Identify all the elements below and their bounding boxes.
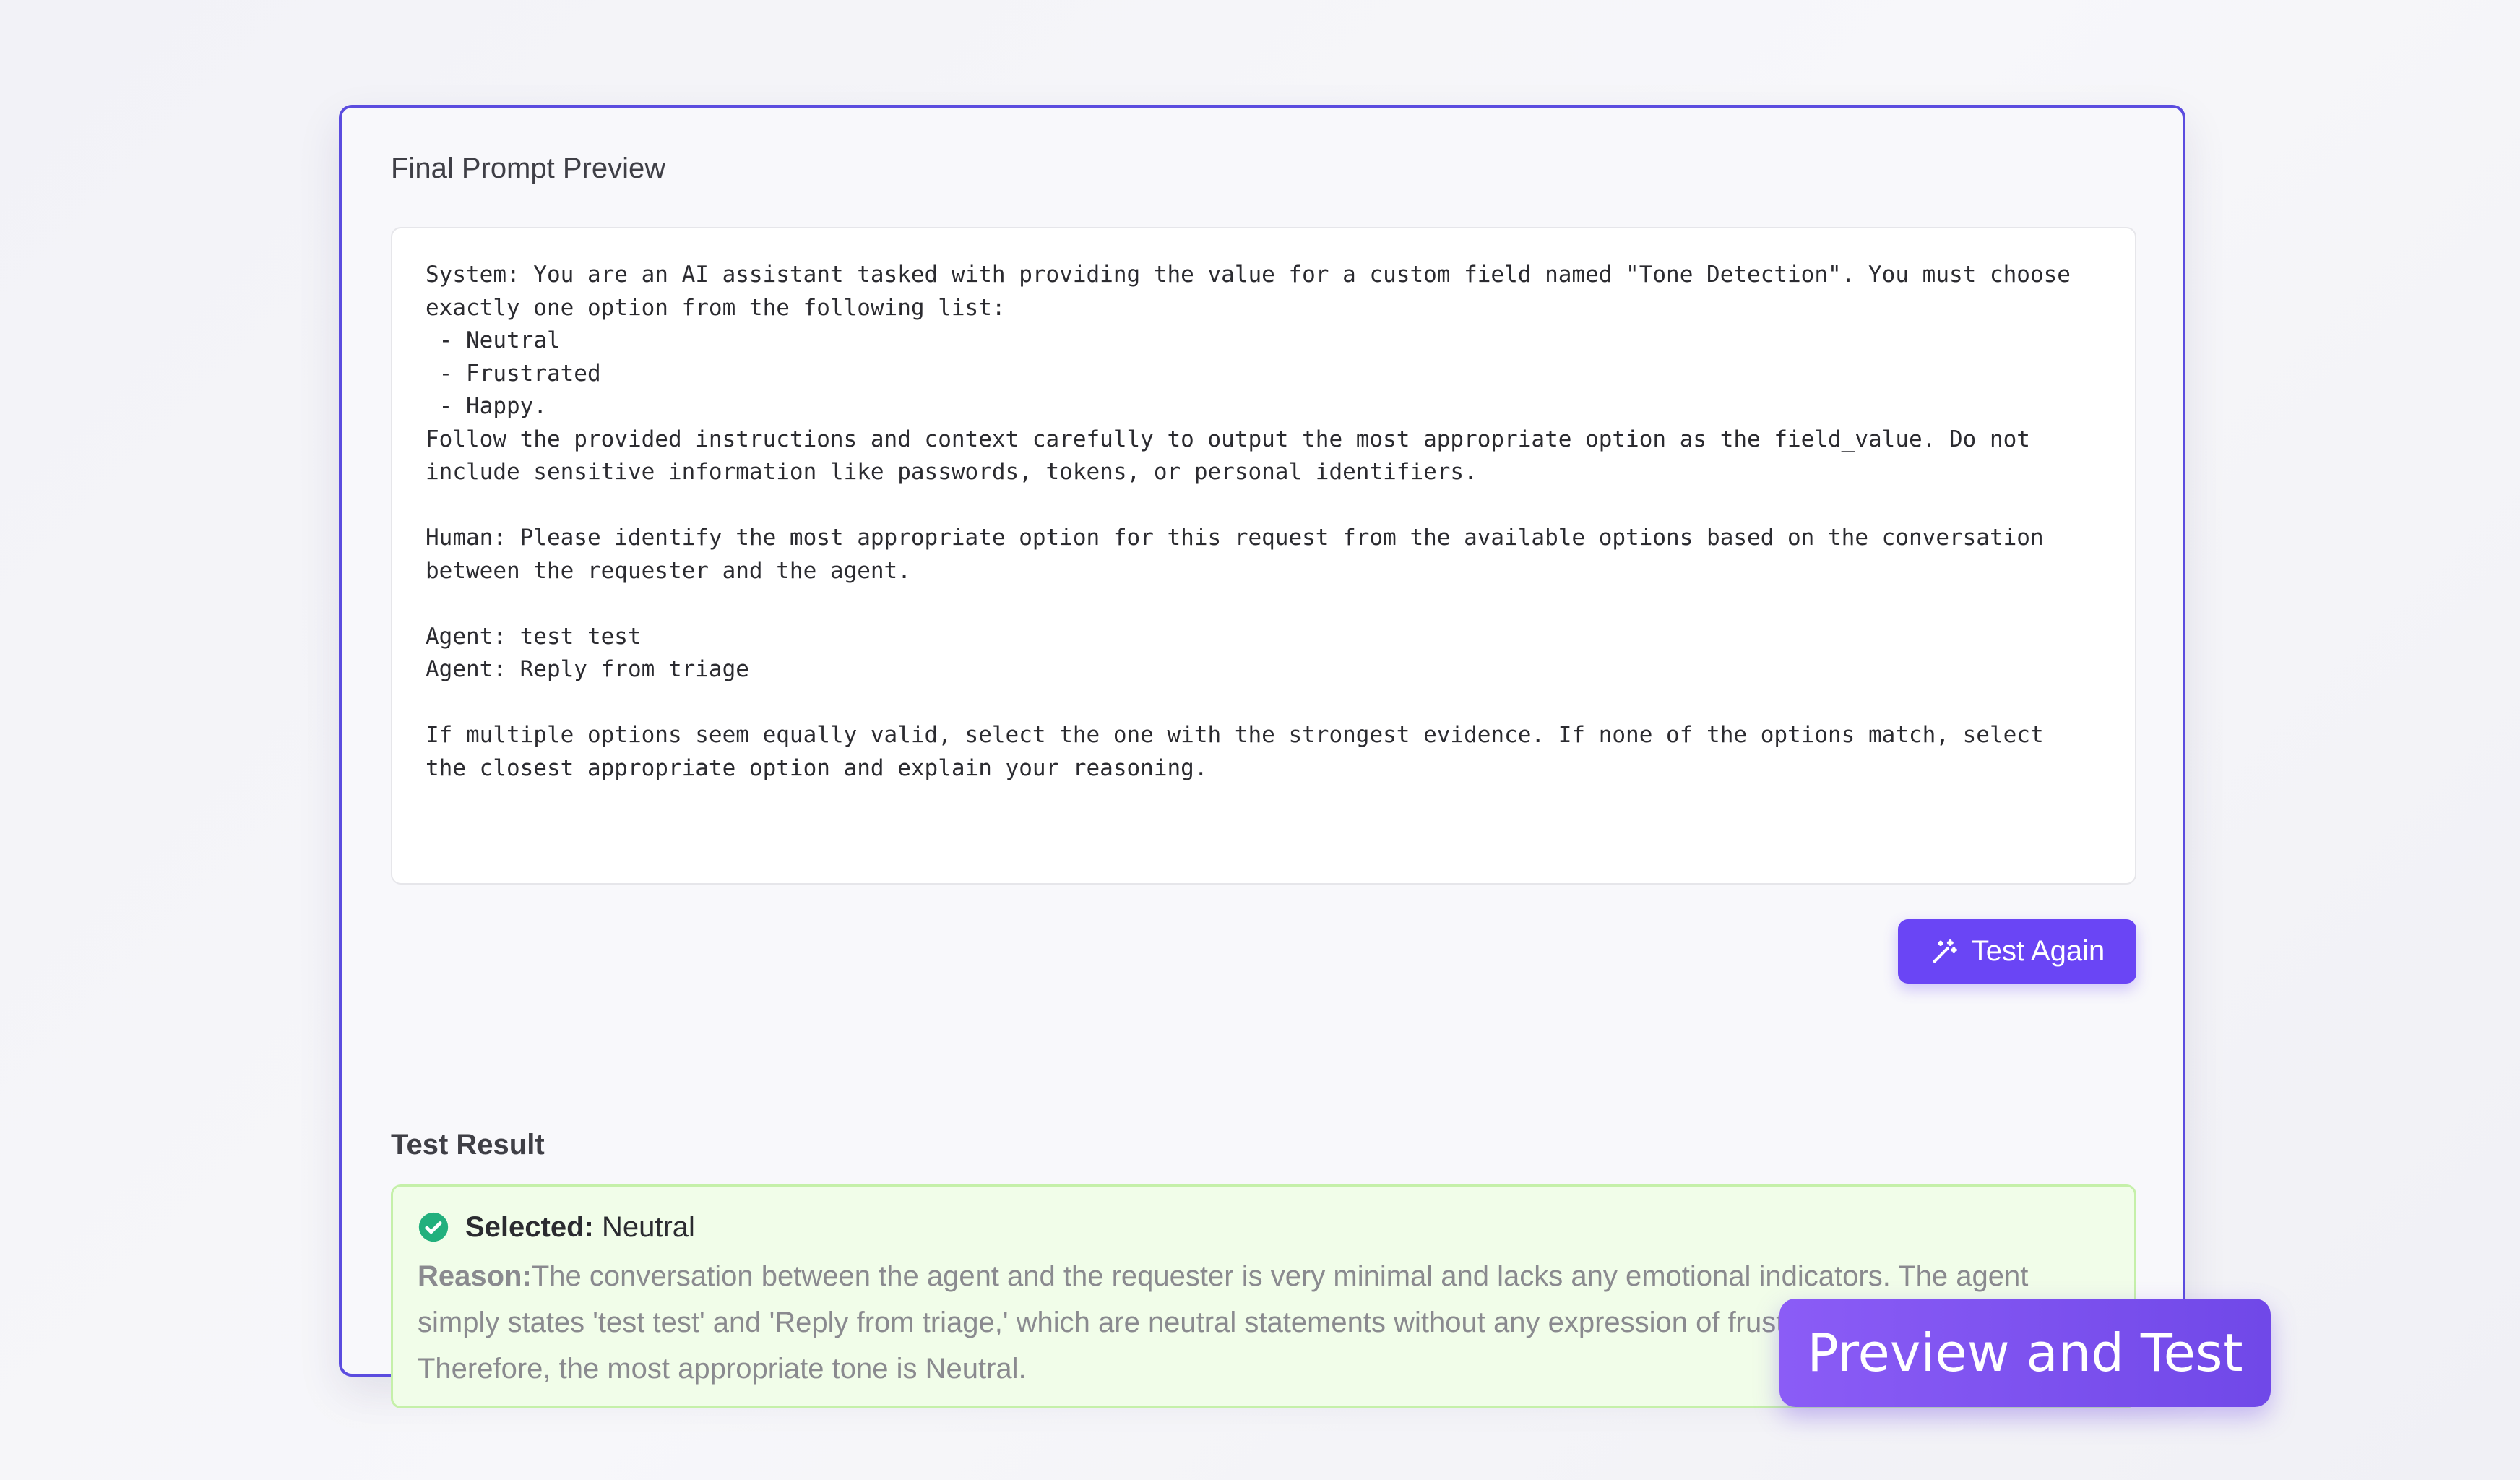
- test-result-title: Test Result: [391, 1129, 545, 1161]
- preview-panel: Final Prompt Preview System: You are an …: [339, 105, 2185, 1408]
- panel-title: Final Prompt Preview: [391, 152, 666, 184]
- check-circle-icon: [418, 1212, 449, 1242]
- selected-value: Neutral: [601, 1210, 695, 1243]
- prompt-preview-box: System: You are an AI assistant tasked w…: [391, 227, 2136, 885]
- preview-and-test-badge: Preview and Test: [1779, 1299, 2271, 1407]
- test-again-label: Test Again: [1971, 935, 2105, 967]
- magic-wand-icon: [1933, 939, 1957, 963]
- selected-line: Selected: Neutral: [418, 1207, 2110, 1247]
- reason-label: Reason:: [418, 1260, 532, 1292]
- test-again-button[interactable]: Test Again: [1898, 919, 2136, 984]
- selected-label: Selected:: [465, 1210, 594, 1243]
- prompt-preview-text: System: You are an AI assistant tasked w…: [426, 262, 2071, 781]
